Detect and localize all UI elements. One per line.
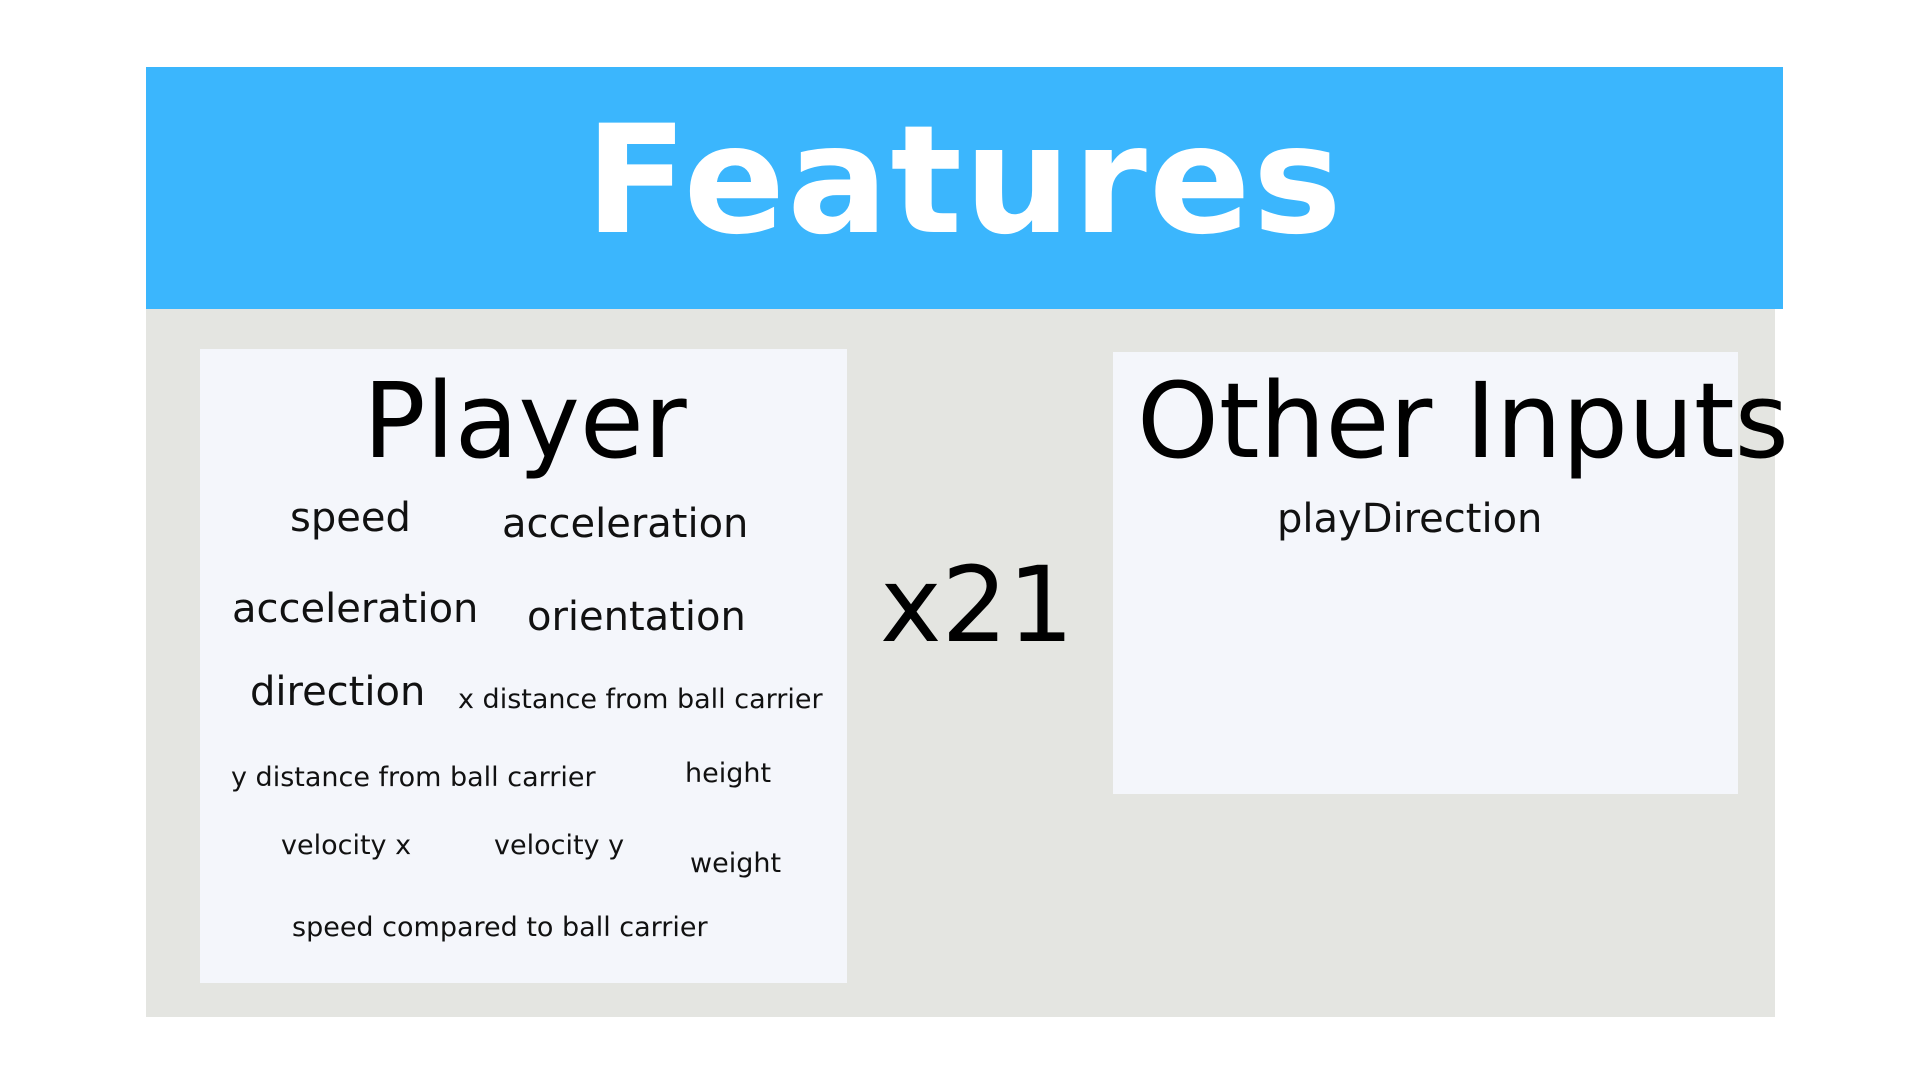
feature-item: height bbox=[685, 758, 772, 789]
other-inputs-card: Other Inputs playDirection bbox=[1113, 352, 1789, 794]
feature-item: direction bbox=[250, 669, 426, 715]
slide: Features Player speed acceleration accel… bbox=[0, 0, 1920, 1080]
feature-item: velocity y bbox=[494, 830, 625, 861]
title-bar: Features bbox=[146, 67, 1783, 309]
feature-item: speed bbox=[290, 495, 411, 541]
slide-title: Features bbox=[585, 94, 1344, 268]
feature-item: acceleration bbox=[502, 501, 749, 547]
feature-item: weight bbox=[690, 848, 782, 879]
feature-item: playDirection bbox=[1277, 496, 1543, 542]
multiplier-label: x21 bbox=[880, 544, 1074, 666]
feature-item: x distance from ball carrier bbox=[458, 684, 823, 715]
feature-item: speed compared to ball carrier bbox=[292, 912, 708, 943]
player-features-card: Player speed acceleration acceleration o… bbox=[200, 349, 847, 983]
feature-item: acceleration bbox=[232, 586, 479, 632]
feature-item: velocity x bbox=[281, 830, 412, 861]
other-card-heading: Other Inputs bbox=[1137, 360, 1789, 482]
feature-item: orientation bbox=[527, 594, 746, 640]
player-card-heading: Player bbox=[363, 360, 687, 482]
feature-item: y distance from ball carrier bbox=[231, 762, 596, 793]
